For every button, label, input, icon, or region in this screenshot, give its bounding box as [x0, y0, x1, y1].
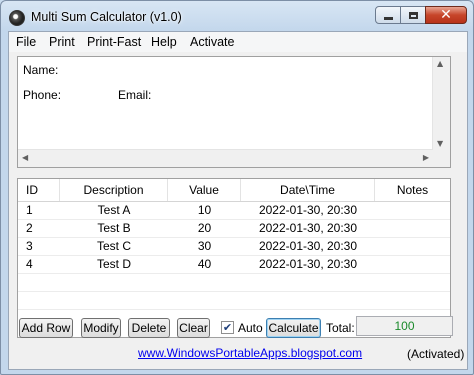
- cell-value: 20: [197, 221, 212, 235]
- minimize-button[interactable]: [375, 6, 401, 24]
- close-button[interactable]: ✕: [425, 6, 467, 24]
- app-window: Multi Sum Calculator (v1.0) ✕ File Print…: [0, 0, 474, 375]
- auto-label[interactable]: Auto: [238, 321, 263, 335]
- website-link[interactable]: www.WindowsPortableApps.blogspot.com: [138, 346, 362, 360]
- cell-id: 1: [26, 203, 33, 217]
- data-table: ID Description Value Date\Time Notes 1 T…: [17, 178, 451, 338]
- total-label: Total:: [326, 321, 355, 335]
- table-row[interactable]: 2 Test B 20 2022-01-30, 20:30: [18, 220, 450, 238]
- cell-description: Test A: [97, 203, 131, 217]
- column-header-id[interactable]: ID: [18, 179, 60, 201]
- clear-button[interactable]: Clear: [177, 318, 210, 338]
- cell-datetime: 2022-01-30, 20:30: [258, 257, 358, 271]
- checkmark-icon: ✔: [222, 321, 233, 334]
- cell-notes: [375, 202, 450, 219]
- cell-value: 40: [197, 257, 212, 271]
- vertical-scrollbar[interactable]: ▲ ▼: [432, 57, 450, 150]
- cell-id: 2: [26, 221, 33, 235]
- cell-notes: [375, 220, 450, 237]
- caption-buttons: ✕: [375, 6, 467, 24]
- window-title: Multi Sum Calculator (v1.0): [31, 10, 182, 24]
- minimize-icon: [383, 17, 393, 20]
- cell-id: 4: [26, 257, 33, 271]
- menu-print[interactable]: Print: [49, 35, 75, 49]
- app-icon[interactable]: [9, 10, 25, 26]
- menu-help[interactable]: Help: [151, 35, 177, 49]
- horizontal-scrollbar[interactable]: ◀ ▶: [18, 149, 433, 167]
- table-row[interactable]: 1 Test A 10 2022-01-30, 20:30: [18, 202, 450, 220]
- scroll-up-icon[interactable]: ▲: [437, 59, 443, 68]
- cell-value: 30: [197, 239, 212, 253]
- cell-datetime: 2022-01-30, 20:30: [258, 203, 358, 217]
- add-row-button[interactable]: Add Row: [19, 318, 73, 338]
- cell-datetime: 2022-01-30, 20:30: [258, 221, 358, 235]
- table-header: ID Description Value Date\Time Notes: [18, 179, 450, 202]
- info-textbox[interactable]: Name: Phone: Email: ▲ ▼ ◀ ▶: [17, 56, 451, 168]
- cell-notes: [375, 256, 450, 273]
- empty-table-row[interactable]: [18, 274, 450, 292]
- cell-description: Test D: [96, 257, 131, 271]
- delete-button[interactable]: Delete: [128, 318, 170, 338]
- scroll-corner: [433, 150, 450, 167]
- table-row[interactable]: 3 Test C 30 2022-01-30, 20:30: [18, 238, 450, 256]
- empty-table-row[interactable]: [18, 292, 450, 310]
- column-header-value[interactable]: Value: [168, 179, 241, 201]
- cell-datetime: 2022-01-30, 20:30: [258, 239, 358, 253]
- column-header-datetime[interactable]: Date\Time: [241, 179, 375, 201]
- column-header-notes[interactable]: Notes: [375, 179, 450, 201]
- calculate-button[interactable]: Calculate: [266, 318, 321, 338]
- title-bar[interactable]: Multi Sum Calculator (v1.0) ✕: [1, 1, 473, 33]
- auto-checkbox[interactable]: ✔: [221, 321, 234, 334]
- menu-bar: File Print Print-Fast Help Activate: [9, 32, 467, 52]
- close-icon: ✕: [440, 7, 452, 23]
- name-label: Name:: [23, 63, 59, 77]
- scroll-down-icon[interactable]: ▼: [437, 139, 443, 148]
- cell-description: Test B: [97, 221, 131, 235]
- table-row[interactable]: 4 Test D 40 2022-01-30, 20:30: [18, 256, 450, 274]
- maximize-icon: [408, 11, 418, 19]
- cell-value: 10: [197, 203, 212, 217]
- scroll-right-icon[interactable]: ▶: [423, 153, 429, 162]
- scroll-left-icon[interactable]: ◀: [22, 153, 28, 162]
- menu-activate[interactable]: Activate: [190, 35, 234, 49]
- cell-notes: [375, 238, 450, 255]
- activation-status: (Activated): [407, 347, 465, 361]
- cell-description: Test C: [96, 239, 131, 253]
- cell-id: 3: [26, 239, 33, 253]
- menu-file[interactable]: File: [16, 35, 36, 49]
- menu-print-fast[interactable]: Print-Fast: [87, 35, 141, 49]
- phone-label: Phone:: [23, 88, 62, 102]
- total-value-field: 100: [356, 316, 453, 336]
- column-header-description[interactable]: Description: [60, 179, 168, 201]
- maximize-button[interactable]: [400, 6, 426, 24]
- email-label: Email:: [118, 88, 152, 102]
- client-area: File Print Print-Fast Help Activate Name…: [8, 31, 468, 370]
- modify-button[interactable]: Modify: [81, 318, 121, 338]
